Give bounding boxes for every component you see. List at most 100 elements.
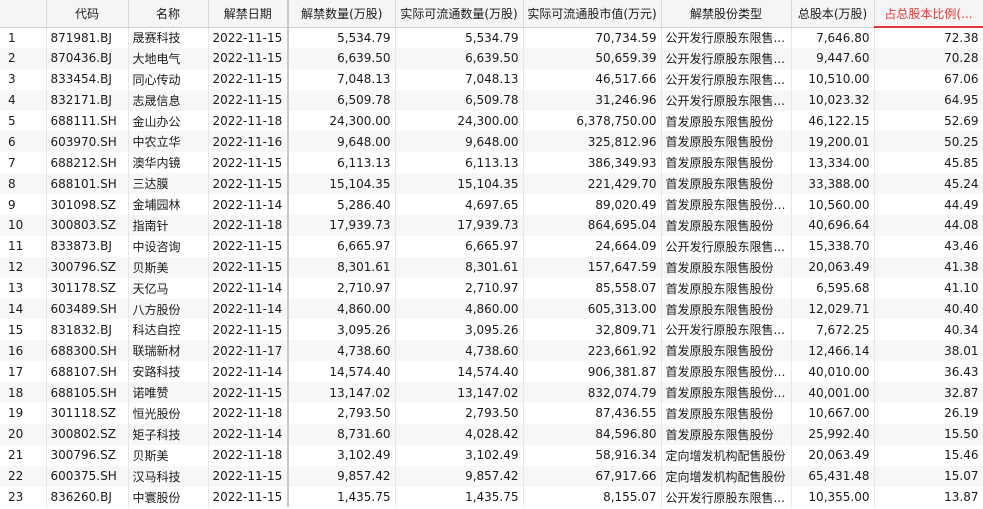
col-header-share-type[interactable]: 解禁股份类型 <box>661 0 792 28</box>
ratio: 43.46 <box>874 235 983 257</box>
stock-name: 大地电气 <box>128 47 209 69</box>
unlock-qty: 4,860.00 <box>287 298 396 320</box>
ratio: 32.87 <box>874 382 983 404</box>
row-index: 2 <box>0 47 47 69</box>
share-type: 公开发行原股东限售... <box>661 319 792 341</box>
col-header-ratio-sorted[interactable]: 占总股本比例(... <box>874 0 983 28</box>
actual-value: 386,349.93 <box>523 152 662 174</box>
table-row[interactable]: 3 833454.BJ 同心传动 2022-11-15 7,048.13 7,048.13… <box>0 68 983 90</box>
row-index: 17 <box>0 361 47 383</box>
unlock-date: 2022-11-15 <box>208 173 289 195</box>
stock-name: 中寰股份 <box>128 486 209 508</box>
actual-value: 87,436.55 <box>523 403 662 424</box>
table-row[interactable]: 5 688111.SH 金山办公 2022-11-18 24,300.00 24,300.… <box>0 110 983 132</box>
stock-code: 832171.BJ <box>46 89 129 111</box>
table-row[interactable]: 21 300796.SZ 贝斯美 2022-11-18 3,102.49 3,102.49… <box>0 444 983 466</box>
total-shares: 7,672.25 <box>791 319 875 341</box>
ratio: 36.43 <box>874 361 983 383</box>
table-row[interactable]: 4 832171.BJ 志晟信息 2022-11-15 6,509.78 6,509.78… <box>0 89 983 111</box>
table-row[interactable]: 23 836260.BJ 中寰股份 2022-11-15 1,435.75 1,435.7… <box>0 486 983 508</box>
stock-name: 指南针 <box>128 215 209 236</box>
col-header-unlock-qty[interactable]: 解禁数量(万股) <box>287 0 396 28</box>
actual-qty: 4,860.00 <box>395 298 524 320</box>
unlock-qty: 14,574.40 <box>287 361 396 383</box>
unlock-date: 2022-11-15 <box>208 89 289 111</box>
ratio: 15.50 <box>874 423 983 445</box>
total-shares: 15,338.70 <box>791 235 875 257</box>
unlock-date: 2022-11-18 <box>208 444 289 466</box>
stock-name: 晟赛科技 <box>128 27 209 48</box>
total-shares: 9,447.60 <box>791 47 875 69</box>
table-row[interactable]: 22 600375.SH 汉马科技 2022-11-15 9,857.42 9,857.4… <box>0 465 983 487</box>
table-row[interactable]: 13 301178.SZ 天亿马 2022-11-14 2,710.97 2,710.97… <box>0 277 983 299</box>
stock-code: 871981.BJ <box>46 27 129 48</box>
table-row[interactable]: 17 688107.SH 安路科技 2022-11-14 14,574.40 14,574… <box>0 361 983 383</box>
actual-value: 605,313.00 <box>523 298 662 320</box>
unlock-date: 2022-11-16 <box>208 131 289 153</box>
table-row[interactable]: 9 301098.SZ 金埔园林 2022-11-14 5,286.40 4,697.65… <box>0 194 983 216</box>
table-row[interactable]: 6 603970.SH 中农立华 2022-11-16 9,648.00 9,648.00… <box>0 131 983 153</box>
col-header-name[interactable]: 名称 <box>128 0 209 28</box>
unlock-date: 2022-11-14 <box>208 361 289 383</box>
unlock-date: 2022-11-18 <box>208 110 289 132</box>
unlock-qty: 7,048.13 <box>287 68 396 90</box>
stock-code: 833454.BJ <box>46 68 129 90</box>
col-header-code[interactable]: 代码 <box>46 0 129 28</box>
total-shares: 10,355.00 <box>791 486 875 508</box>
table-row[interactable]: 15 831832.BJ 科达自控 2022-11-15 3,095.26 3,095.2… <box>0 319 983 341</box>
table-row[interactable]: 8 688101.SH 三达膜 2022-11-15 15,104.35 15,104.3… <box>0 173 983 195</box>
table-row[interactable]: 2 870436.BJ 大地电气 2022-11-15 6,639.50 6,639.50… <box>0 47 983 69</box>
table-row[interactable]: 16 688300.SH 联瑞新材 2022-11-17 4,738.60 4,738.6… <box>0 340 983 362</box>
unlock-qty: 6,113.13 <box>287 152 396 174</box>
share-type: 首发原股东限售股份 <box>661 256 792 278</box>
actual-value: 46,517.66 <box>523 68 662 90</box>
unlock-qty: 17,939.73 <box>287 215 396 236</box>
col-header-actual-qty[interactable]: 实际可流通数量(万股) <box>395 0 524 28</box>
total-shares: 12,466.14 <box>791 340 875 362</box>
stock-name: 安路科技 <box>128 361 209 383</box>
table-body: 1 871981.BJ 晟赛科技 2022-11-15 5,534.79 5,534.79… <box>0 27 983 508</box>
table-row[interactable]: 14 603489.SH 八方股份 2022-11-14 4,860.00 4,860.0… <box>0 298 983 320</box>
unlock-date: 2022-11-14 <box>208 194 289 216</box>
row-index: 7 <box>0 152 47 174</box>
table-row[interactable]: 7 688212.SH 澳华内镜 2022-11-15 6,113.13 6,113.13… <box>0 152 983 174</box>
col-header-index[interactable] <box>0 0 47 28</box>
row-index: 21 <box>0 444 47 466</box>
table-row[interactable]: 18 688105.SH 诺唯赞 2022-11-15 13,147.02 13,147.… <box>0 382 983 404</box>
stock-name: 金山办公 <box>128 110 209 132</box>
total-shares: 46,122.15 <box>791 110 875 132</box>
stock-name: 贝斯美 <box>128 444 209 466</box>
ratio: 50.25 <box>874 131 983 153</box>
actual-value: 8,155.07 <box>523 486 662 508</box>
table-row[interactable]: 19 301118.SZ 恒光股份 2022-11-18 2,793.50 2,793.5… <box>0 403 983 424</box>
table-row[interactable]: 10 300803.SZ 指南针 2022-11-18 17,939.73 17,939.… <box>0 215 983 236</box>
share-type: 首发原股东限售股份 <box>661 403 792 424</box>
table-row[interactable]: 11 833873.BJ 中设咨询 2022-11-15 6,665.97 6,665.9… <box>0 235 983 257</box>
col-header-actual-value[interactable]: 实际可流通股市值(万元) <box>523 0 662 28</box>
table-row[interactable]: 12 300796.SZ 贝斯美 2022-11-15 8,301.61 8,301.61… <box>0 256 983 278</box>
actual-qty: 13,147.02 <box>395 382 524 404</box>
unlock-date: 2022-11-15 <box>208 152 289 174</box>
table-row[interactable]: 1 871981.BJ 晟赛科技 2022-11-15 5,534.79 5,534.79… <box>0 27 983 48</box>
stock-name: 同心传动 <box>128 68 209 90</box>
share-type: 公开发行原股东限售... <box>661 89 792 111</box>
actual-value: 85,558.07 <box>523 277 662 299</box>
actual-qty: 9,648.00 <box>395 131 524 153</box>
stock-name: 八方股份 <box>128 298 209 320</box>
ratio: 72.38 <box>874 27 983 48</box>
ratio: 44.49 <box>874 194 983 216</box>
table-row[interactable]: 20 300802.SZ 矩子科技 2022-11-14 8,731.60 4,028.4… <box>0 423 983 445</box>
actual-value: 70,734.59 <box>523 27 662 48</box>
ratio: 26.19 <box>874 403 983 424</box>
share-type: 公开发行原股东限售... <box>661 235 792 257</box>
stock-name: 天亿马 <box>128 277 209 299</box>
stock-name: 矩子科技 <box>128 423 209 445</box>
row-index: 14 <box>0 298 47 320</box>
col-header-total-shares[interactable]: 总股本(万股) <box>791 0 875 28</box>
actual-qty: 1,435.75 <box>395 486 524 508</box>
unlock-qty: 2,710.97 <box>287 277 396 299</box>
row-index: 5 <box>0 110 47 132</box>
stock-code: 688101.SH <box>46 173 129 195</box>
row-index: 12 <box>0 256 47 278</box>
col-header-unlock-date[interactable]: 解禁日期 <box>208 0 289 28</box>
